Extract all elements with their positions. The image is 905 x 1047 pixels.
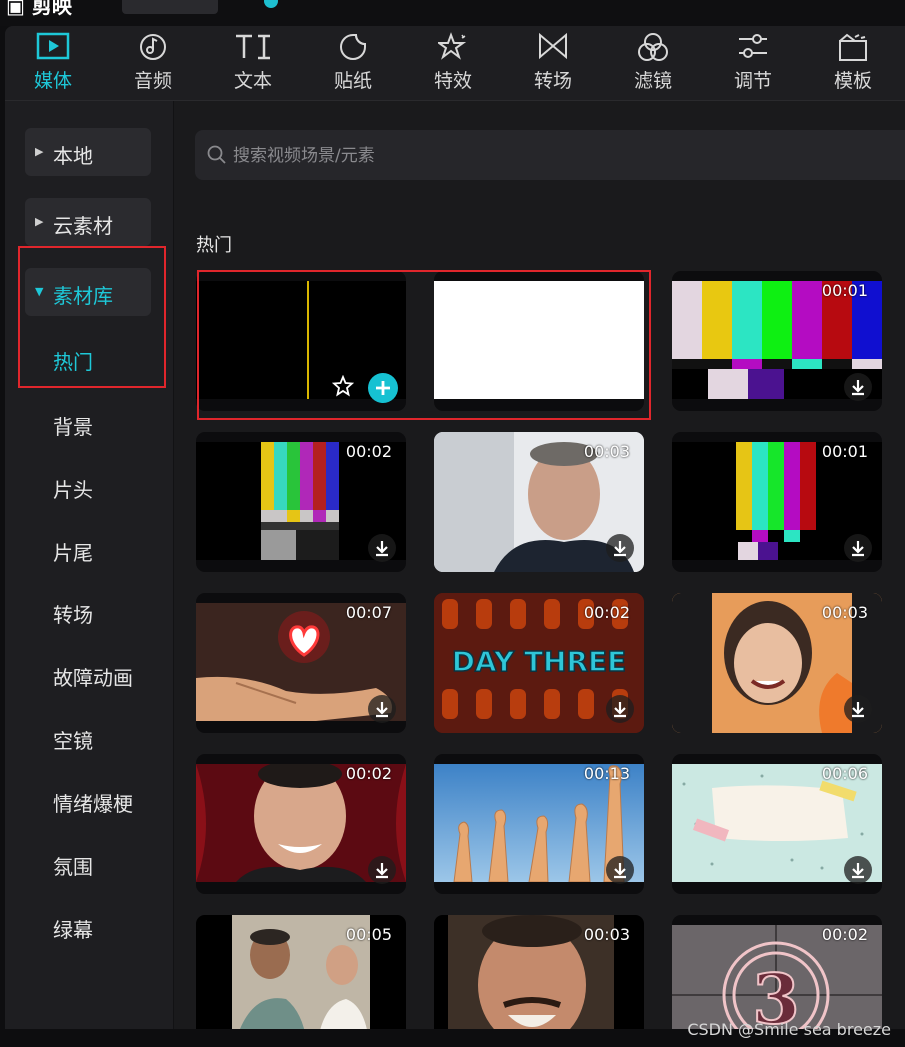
media-icon <box>13 32 93 64</box>
sidebar-subitem-outro[interactable]: 片尾 <box>53 537 93 566</box>
effects-icon <box>413 32 493 64</box>
sidebar-subitem-intro[interactable]: 片头 <box>53 474 93 503</box>
sidebar-subitem-glitch[interactable]: 故障动画 <box>53 662 133 691</box>
media-card[interactable]: 00:07 <box>196 593 406 733</box>
sidebar-subitem-empty-shot[interactable]: 空镜 <box>53 725 93 754</box>
tab-label: 滤镜 <box>633 70 672 92</box>
download-icon[interactable] <box>844 373 872 401</box>
media-card[interactable]: 00:01 <box>672 271 882 411</box>
sidebar-subitem-transition[interactable]: 转场 <box>53 599 93 628</box>
duration-label: 00:03 <box>583 442 630 461</box>
template-icon <box>813 32 893 64</box>
watermark-text: CSDN @Smile sea breeze <box>687 1020 891 1039</box>
search-input[interactable] <box>231 142 635 170</box>
sidebar-item-local[interactable]: ▶ 本地 <box>25 128 151 176</box>
tab-sticker[interactable]: 贴纸 <box>313 32 393 98</box>
download-icon[interactable] <box>844 534 872 562</box>
app-logo: ▣ 剪映 <box>6 0 72 18</box>
media-card[interactable]: 00:02 <box>196 432 406 572</box>
tab-label: 特效 <box>433 70 472 92</box>
media-card[interactable]: DAY THREE 00:02 <box>434 593 644 733</box>
download-icon[interactable] <box>368 856 396 884</box>
media-card[interactable]: 00:06 <box>672 754 882 894</box>
media-card[interactable]: 00:03 <box>434 915 644 1029</box>
tab-label: 音频 <box>133 70 172 92</box>
section-title: 热门 <box>196 235 232 256</box>
media-panel: 媒体 音频 文本 贴纸 特效 转场 滤镜 调节 模板 ▶ 本地 ▶ 云素材 ▼ … <box>5 26 905 1029</box>
media-card[interactable]: 00:05 <box>196 915 406 1029</box>
duration-label: 00:06 <box>821 764 868 783</box>
duration-label: 00:03 <box>583 925 630 944</box>
tab-bar: 媒体 音频 文本 贴纸 特效 转场 滤镜 调节 模板 <box>5 26 905 101</box>
duration-label: 00:05 <box>345 925 392 944</box>
tab-label: 调节 <box>733 70 772 92</box>
tab-audio[interactable]: 音频 <box>113 32 193 98</box>
day-three-text: DAY THREE <box>452 645 627 678</box>
tab-label: 贴纸 <box>333 70 372 92</box>
sidebar-item-label: 本地 <box>53 144 93 168</box>
highlight-box <box>18 246 166 388</box>
transition-icon <box>513 32 593 64</box>
download-icon[interactable] <box>606 534 634 562</box>
duration-label: 00:02 <box>345 764 392 783</box>
sidebar-subitem-background[interactable]: 背景 <box>53 411 93 440</box>
duration-label: 00:02 <box>821 925 868 944</box>
sidebar-subitem-atmosphere[interactable]: 氛围 <box>53 851 93 880</box>
duration-label: 00:07 <box>345 603 392 622</box>
filter-icon <box>613 32 693 64</box>
highlight-box <box>197 270 651 420</box>
top-pill-button[interactable] <box>122 0 218 14</box>
sidebar-item-cloud[interactable]: ▶ 云素材 <box>25 198 151 246</box>
adjust-icon <box>713 32 793 64</box>
top-bar: ▣ 剪映 <box>0 0 905 26</box>
duration-label: 00:02 <box>583 603 630 622</box>
tab-label: 模板 <box>833 70 872 92</box>
download-icon[interactable] <box>368 695 396 723</box>
media-card[interactable]: 00:03 <box>672 593 882 733</box>
sidebar-item-label: 云素材 <box>53 214 113 238</box>
tab-label: 媒体 <box>33 70 72 92</box>
chevron-right-icon: ▶ <box>35 215 44 228</box>
download-icon[interactable] <box>606 695 634 723</box>
download-icon[interactable] <box>844 856 872 884</box>
media-card[interactable]: 3 00:02 <box>672 915 882 1029</box>
audio-icon <box>113 32 193 64</box>
text-icon <box>213 32 293 64</box>
sticker-icon <box>313 32 393 64</box>
sidebar-subitem-meme[interactable]: 情绪爆梗 <box>53 788 133 817</box>
tab-label: 转场 <box>533 70 572 92</box>
download-icon[interactable] <box>844 695 872 723</box>
duration-label: 00:13 <box>583 764 630 783</box>
tab-adjust[interactable]: 调节 <box>713 32 793 98</box>
tab-label: 文本 <box>233 70 272 92</box>
tab-filter[interactable]: 滤镜 <box>613 32 693 98</box>
media-card[interactable]: 00:03 <box>434 432 644 572</box>
tab-effects[interactable]: 特效 <box>413 32 493 98</box>
duration-label: 00:02 <box>345 442 392 461</box>
search-icon <box>207 145 227 169</box>
sidebar: ▶ 本地 ▶ 云素材 ▼ 素材库 热门 背景 片头 片尾 转场 故障动画 空镜 … <box>5 101 174 1029</box>
tab-media[interactable]: 媒体 <box>13 32 93 98</box>
media-card[interactable]: 00:02 <box>196 754 406 894</box>
duration-label: 00:03 <box>821 603 868 622</box>
media-card[interactable]: 00:01 <box>672 432 882 572</box>
duration-label: 00:01 <box>821 281 868 300</box>
tab-transition[interactable]: 转场 <box>513 32 593 98</box>
duration-label: 00:01 <box>821 442 868 461</box>
media-card[interactable]: 00:13 <box>434 754 644 894</box>
tab-text[interactable]: 文本 <box>213 32 293 98</box>
download-icon[interactable] <box>368 534 396 562</box>
chevron-right-icon: ▶ <box>35 145 44 158</box>
autosave-status-icon <box>264 0 278 8</box>
sidebar-subitem-green-screen[interactable]: 绿幕 <box>53 914 93 943</box>
countdown-digit: 3 <box>752 960 799 1029</box>
search-bar[interactable] <box>195 130 905 180</box>
download-icon[interactable] <box>606 856 634 884</box>
tab-template[interactable]: 模板 <box>813 32 893 98</box>
